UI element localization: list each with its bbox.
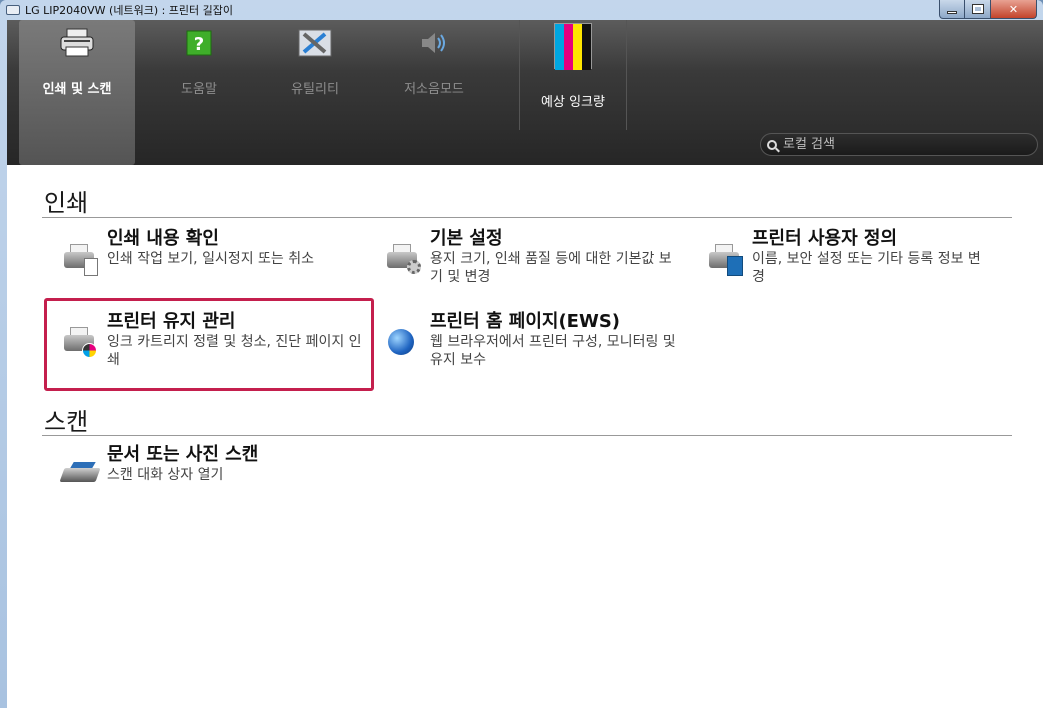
printer-user-icon [707, 242, 745, 280]
ink-bar-cyan [555, 24, 564, 70]
window-title: LG LIP2040VW (네트워크) : 프린터 길잡이 [25, 4, 234, 17]
search-input[interactable] [783, 137, 1013, 152]
tab-print-and-scan-label: 인쇄 및 스캔 [42, 82, 112, 97]
item-title: 문서 또는 사진 스캔 [107, 444, 259, 465]
maximize-button[interactable] [965, 0, 991, 19]
printer-settings-icon [385, 242, 423, 280]
estimated-ink-levels-label: 예상 잉크량 [541, 95, 605, 110]
minimize-icon [947, 10, 957, 14]
speaker-icon [417, 26, 451, 60]
section-title-print: 인쇄 [44, 189, 89, 217]
tab-help-label: 도움말 [181, 82, 217, 97]
link-view-print-jobs[interactable]: 인쇄 내용 확인 인쇄 작업 보기, 일시정지 또는 취소 [62, 228, 357, 280]
ink-bar-yellow [573, 24, 582, 70]
local-search-box[interactable] [760, 133, 1038, 156]
close-button[interactable]: ✕ [991, 0, 1037, 19]
item-title: 프린터 유지 관리 [107, 311, 236, 332]
printer-assistant-window: LG LIP2040VW (네트워크) : 프린터 길잡이 ✕ 인쇄 및 스캔 … [0, 0, 1043, 708]
divider [626, 20, 627, 130]
ink-bar-magenta [564, 24, 573, 70]
tab-help[interactable]: ? 도움말 [141, 20, 257, 165]
help-icon: ? [182, 26, 216, 60]
tab-utilities[interactable]: 유틸리티 [257, 20, 373, 165]
link-maintain-printer[interactable]: 프린터 유지 관리 잉크 카트리지 정렬 및 청소, 진단 페이지 인쇄 [62, 311, 362, 369]
item-title: 프린터 사용자 정의 [752, 228, 898, 249]
item-description: 용지 크기, 인쇄 품질 등에 대한 기본값 보기 및 변경 [430, 251, 672, 285]
toolbar: 인쇄 및 스캔 ? 도움말 유틸리티 저소음모드 예상 잉크량 로컬 검색 [7, 20, 1043, 165]
print-queue-icon [62, 242, 100, 280]
item-description: 잉크 카트리지 정렬 및 청소, 진단 페이지 인쇄 [107, 334, 362, 368]
printer-maintenance-icon [62, 325, 100, 363]
tab-print-and-scan[interactable]: 인쇄 및 스캔 [19, 20, 135, 165]
title-bar: LG LIP2040VW (네트워크) : 프린터 길잡이 ✕ [0, 0, 1043, 20]
search-icon [767, 139, 777, 150]
tab-quiet-mode-label: 저소음모드 [404, 82, 464, 97]
section-title-scan: 스캔 [44, 408, 89, 436]
link-preferences[interactable]: 기본 설정 용지 크기, 인쇄 품질 등에 대한 기본값 보기 및 변경 [385, 228, 675, 286]
link-customize-printer[interactable]: 프린터 사용자 정의 이름, 보안 설정 또는 기타 등록 정보 변경 [707, 228, 992, 286]
ink-level-icon [554, 23, 592, 70]
ink-bar-black [582, 24, 591, 70]
main-content: 인쇄 인쇄 내용 확인 인쇄 작업 보기, 일시정지 또는 취소 기본 설정 용… [7, 165, 1043, 708]
scanner-icon [59, 458, 101, 496]
item-description: 이름, 보안 설정 또는 기타 등록 정보 변경 [752, 251, 981, 285]
close-icon: ✕ [1008, 2, 1019, 16]
item-description: 인쇄 작업 보기, 일시정지 또는 취소 [107, 251, 315, 267]
item-title: 기본 설정 [430, 228, 503, 249]
link-scan-document-or-photo[interactable]: 문서 또는 사진 스캔 스캔 대화 상자 열기 [59, 444, 367, 496]
minimize-button[interactable] [939, 0, 965, 19]
svg-text:?: ? [194, 34, 204, 55]
printer-icon [60, 26, 94, 60]
section-divider [42, 217, 1012, 218]
printer-app-icon [6, 5, 20, 15]
estimated-ink-levels-button[interactable]: 예상 잉크량 [520, 20, 626, 130]
window-controls: ✕ [939, 0, 1037, 19]
globe-icon [385, 325, 423, 363]
tools-icon [298, 26, 332, 60]
maximize-icon [971, 4, 984, 14]
item-title: 인쇄 내용 확인 [107, 228, 219, 249]
item-description: 스캔 대화 상자 열기 [107, 467, 224, 483]
item-description: 웹 브라우저에서 프린터 구성, 모니터링 및 유지 보수 [430, 334, 676, 368]
section-divider [42, 435, 1012, 436]
item-title: 프린터 홈 페이지(EWS) [430, 311, 621, 332]
tab-quiet-mode[interactable]: 저소음모드 [376, 20, 492, 165]
tab-utilities-label: 유틸리티 [291, 82, 339, 97]
link-printer-home-page[interactable]: 프린터 홈 페이지(EWS) 웹 브라우저에서 프린터 구성, 모니터링 및 유… [385, 311, 680, 369]
